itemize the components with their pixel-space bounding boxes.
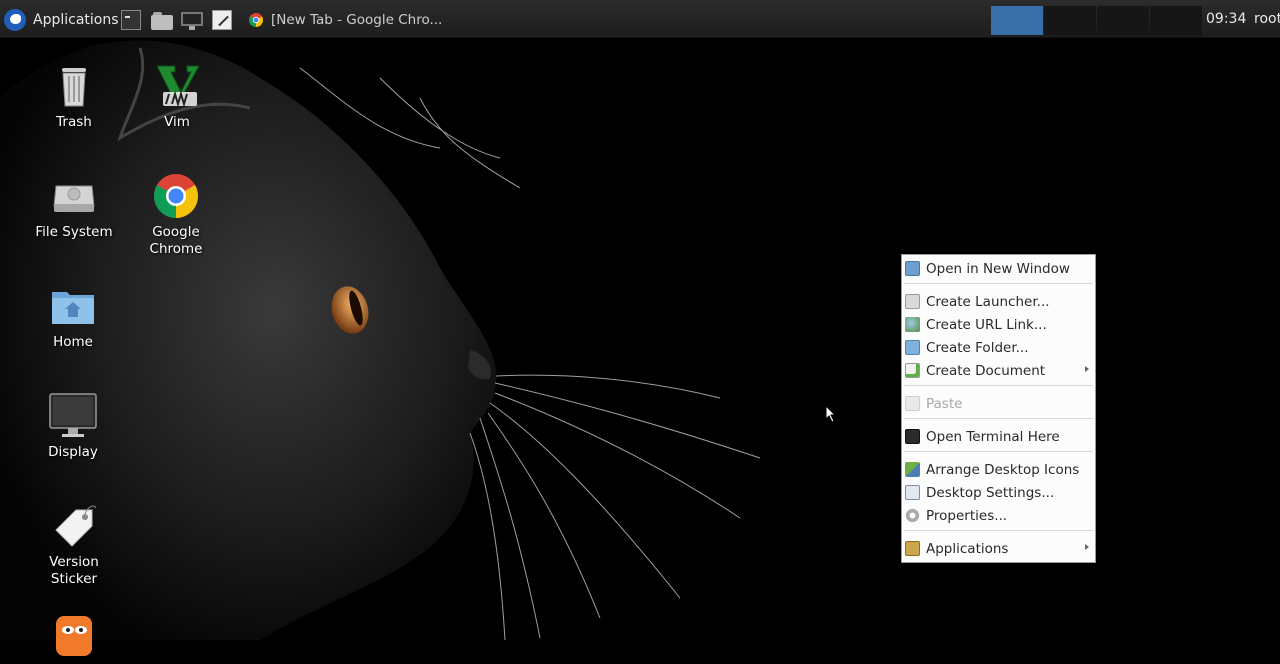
menu-item-label: Create Launcher... (926, 293, 1050, 310)
workspace-1[interactable] (991, 6, 1043, 35)
menu-item-applications[interactable]: Applications (902, 537, 1095, 560)
xfce-logo-icon (4, 9, 26, 31)
desktop-icon-label-line1: Version (49, 554, 99, 570)
desktop-icon-label: Vim (164, 114, 190, 130)
top-panel: Applications [New Tab - Google Chro... 0… (0, 0, 1280, 38)
app-icon (50, 612, 98, 660)
taskbar-button-label: [New Tab - Google Chro... (271, 12, 443, 28)
desktop-icon-trash[interactable]: Trash (26, 62, 122, 131)
launcher-icon (905, 294, 920, 309)
menu-separator (904, 283, 1093, 284)
desktop-icon-display[interactable]: Display (25, 392, 121, 461)
applications-menu-label: Applications (33, 12, 119, 28)
paste-icon (905, 396, 920, 411)
menu-item-arrange-icons[interactable]: Arrange Desktop Icons (902, 458, 1095, 481)
display-icon[interactable] (181, 10, 203, 30)
desktop-icon-version-sticker[interactable]: Version Sticker (26, 502, 122, 588)
desktop-icon-label: File System (35, 224, 113, 240)
vim-icon (153, 62, 201, 110)
desktop-icon-label: Home (53, 334, 93, 350)
desktop-icon-home[interactable]: Home (25, 282, 121, 351)
menu-item-label: Desktop Settings... (926, 484, 1055, 501)
folder-add-icon (905, 340, 920, 355)
desktop-icon-file-system[interactable]: File System (26, 172, 122, 241)
menu-item-label: Create Document (926, 362, 1046, 379)
menu-item-create-document[interactable]: Create Document (902, 359, 1095, 382)
monitor-icon (49, 392, 97, 440)
menu-item-create-url-link[interactable]: Create URL Link... (902, 313, 1095, 336)
window-icon (905, 261, 920, 276)
menu-item-label: Arrange Desktop Icons (926, 461, 1080, 478)
desktop-icon-label-line2: Sticker (50, 571, 98, 587)
menu-item-create-launcher[interactable]: Create Launcher... (902, 290, 1095, 313)
clock[interactable]: 09:34 (1206, 11, 1246, 27)
menu-item-desktop-settings[interactable]: Desktop Settings... (902, 481, 1095, 504)
menu-item-open-terminal[interactable]: Open Terminal Here (902, 425, 1095, 448)
menu-item-label: Create Folder... (926, 339, 1029, 356)
menu-separator (904, 451, 1093, 452)
menu-item-label: Open in New Window (926, 260, 1070, 277)
menu-item-open-new-window[interactable]: Open in New Window (902, 257, 1095, 280)
home-folder-icon[interactable] (151, 10, 173, 30)
menu-separator (904, 418, 1093, 419)
menu-item-create-folder[interactable]: Create Folder... (902, 336, 1095, 359)
desktop-icon-label: Display (48, 444, 98, 460)
menu-item-label: Paste (926, 395, 963, 412)
menu-item-label: Properties... (926, 507, 1008, 524)
hard-drive-icon (50, 172, 98, 220)
submenu-arrow-icon (1085, 544, 1089, 550)
mouse-cursor-icon (825, 405, 837, 423)
text-editor-icon[interactable] (212, 10, 232, 30)
terminal-icon (905, 429, 920, 444)
tag-icon (50, 502, 98, 550)
gear-icon (905, 508, 920, 523)
desktop-icon-label-line2: Chrome (149, 241, 203, 257)
desktop-context-menu: Open in New Window Create Launcher... Cr… (901, 254, 1096, 563)
applications-icon (905, 541, 920, 556)
workspace-4[interactable] (1150, 6, 1202, 35)
workspace-3[interactable] (1097, 6, 1149, 35)
home-folder-icon (49, 282, 97, 330)
menu-separator (904, 530, 1093, 531)
link-icon (905, 317, 920, 332)
menu-separator (904, 385, 1093, 386)
desktop-icon-google-chrome[interactable]: Google Chrome (128, 172, 224, 258)
menu-item-label: Create URL Link... (926, 316, 1047, 333)
user-name[interactable]: root (1254, 11, 1280, 27)
sort-icon (905, 462, 920, 477)
document-add-icon (905, 363, 920, 378)
desktop-icon-partial[interactable] (26, 612, 122, 664)
workspace-2[interactable] (1044, 6, 1096, 35)
menu-item-label: Open Terminal Here (926, 428, 1060, 445)
menu-item-paste[interactable]: Paste (902, 392, 1095, 415)
submenu-arrow-icon (1085, 366, 1089, 372)
menu-item-properties[interactable]: Properties... (902, 504, 1095, 527)
desktop-icon-label: Trash (56, 114, 92, 130)
trash-icon (50, 62, 98, 110)
desktop-icon-vim[interactable]: Vim (129, 62, 225, 131)
chrome-icon (249, 13, 263, 27)
applications-menu-button[interactable]: Applications (4, 8, 119, 32)
desktop-icon-label-line1: Google (152, 224, 200, 240)
chrome-icon (152, 172, 200, 220)
settings-icon (905, 485, 920, 500)
menu-item-label: Applications (926, 540, 1009, 557)
terminal-icon[interactable] (121, 10, 141, 30)
taskbar-button-chrome[interactable]: [New Tab - Google Chro... (245, 8, 443, 32)
